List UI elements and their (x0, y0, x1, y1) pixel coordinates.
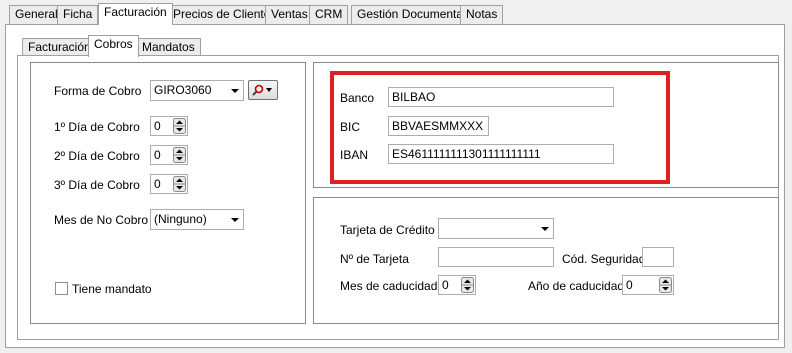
dia1-spinner[interactable]: 0 (150, 116, 188, 136)
search-icon (252, 84, 272, 96)
tarjeta-credito-select[interactable] (438, 218, 554, 239)
spin-arrows-icon[interactable] (173, 118, 186, 134)
chevron-down-icon (541, 227, 549, 231)
numero-tarjeta-field[interactable] (438, 247, 554, 267)
numero-tarjeta-label: Nº de Tarjeta (340, 252, 409, 266)
tarjeta-credito-label: Tarjeta de Crédito (340, 223, 435, 237)
dia2-spinner[interactable]: 0 (150, 145, 188, 165)
dia1-label: 1º Día de Cobro (54, 120, 140, 134)
tab-notas[interactable]: Notas (460, 5, 504, 24)
tiene-mandato-checkbox[interactable] (55, 282, 68, 295)
mes-caducidad-spinner[interactable]: 0 (438, 275, 476, 295)
codigo-seguridad-label: Cód. Seguridad (562, 252, 646, 266)
bic-field[interactable]: BBVAESMMXXX (388, 116, 489, 136)
tab-facturacion[interactable]: Facturación (98, 3, 173, 25)
spin-arrows-icon[interactable] (461, 277, 474, 293)
tiene-mandato-label: Tiene mandato (72, 282, 152, 296)
tab-gestion-documental[interactable]: Gestión Documental (351, 5, 472, 24)
dia2-label: 2º Día de Cobro (54, 149, 140, 163)
chevron-down-icon (231, 218, 239, 222)
chevron-down-icon (231, 89, 239, 93)
search-forma-button[interactable] (248, 80, 278, 100)
mes-caducidad-label: Mes de caducidad (340, 279, 438, 293)
dia2-value: 0 (154, 148, 161, 162)
forma-de-cobro-value: GIRO3060 (154, 83, 212, 97)
spin-arrows-icon[interactable] (173, 176, 186, 192)
tab-ventas[interactable]: Ventas (265, 5, 314, 24)
spin-arrows-icon[interactable] (173, 147, 186, 163)
dia3-label: 3º Día de Cobro (54, 178, 140, 192)
subtab-cobros[interactable]: Cobros (88, 35, 139, 57)
banco-field[interactable]: BILBAO (388, 87, 614, 107)
iban-label: IBAN (340, 148, 369, 162)
tab-precios-de-cliente[interactable]: Precios de Cliente (167, 5, 277, 24)
banco-label: Banco (340, 91, 375, 105)
tab-crm[interactable]: CRM (309, 5, 349, 24)
mes-caducidad-value: 0 (442, 278, 449, 292)
forma-de-cobro-label: Forma de Cobro (54, 84, 142, 98)
spin-arrows-icon[interactable] (659, 277, 672, 293)
anio-caducidad-label: Año de caducidad (528, 279, 625, 293)
dia3-spinner[interactable]: 0 (150, 174, 188, 194)
dia3-value: 0 (154, 177, 161, 191)
anio-caducidad-value: 0 (626, 278, 633, 292)
tab-ficha[interactable]: Ficha (57, 5, 99, 24)
mes-no-cobro-value: (Ninguno) (154, 212, 207, 226)
iban-field[interactable]: ES4611111111301111111111 (388, 144, 614, 164)
mes-no-cobro-label: Mes de No Cobro (54, 213, 149, 227)
mes-no-cobro-select[interactable]: (Ninguno) (150, 209, 244, 230)
tab-general[interactable]: General (9, 5, 64, 24)
bic-label: BIC (340, 120, 361, 134)
codigo-seguridad-field[interactable] (642, 247, 674, 267)
anio-caducidad-spinner[interactable]: 0 (622, 275, 674, 295)
forma-de-cobro-select[interactable]: GIRO3060 (150, 80, 244, 101)
dia1-value: 0 (154, 119, 161, 133)
